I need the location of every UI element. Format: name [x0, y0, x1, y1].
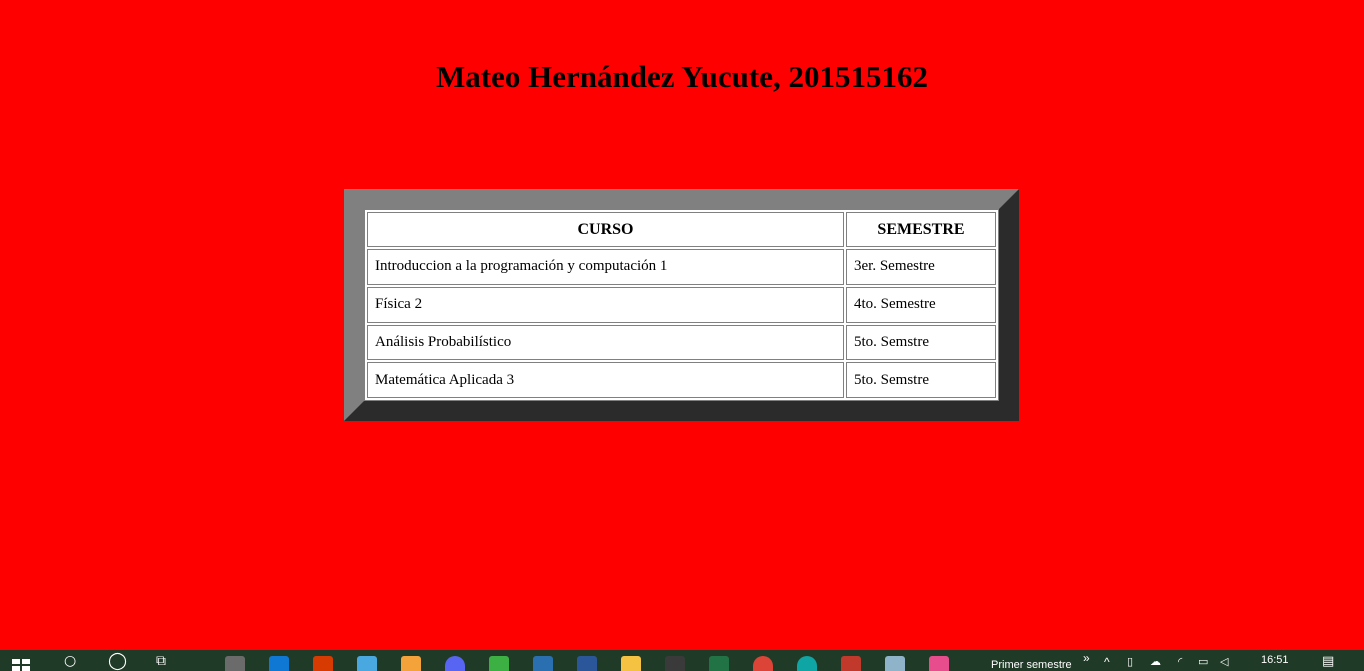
semester-cell: 5to. Semstre [846, 324, 996, 361]
mail-icon[interactable] [269, 656, 289, 671]
page-title: Mateo Hernández Yucute, 201515162 [436, 59, 928, 94]
toolbar-chevron-icon[interactable]: » [1083, 652, 1090, 664]
discord-icon[interactable] [445, 656, 465, 671]
table-row: Física 2 4to. Semestre [367, 286, 996, 323]
semester-cell: 3er. Semestre [846, 249, 996, 285]
app-icon[interactable] [533, 656, 553, 671]
header-curso: CURSO [367, 212, 844, 247]
header-semestre: SEMESTRE [846, 212, 996, 247]
app-icon[interactable] [885, 656, 905, 671]
cortana-icon[interactable]: ◯ [108, 652, 127, 671]
office-icon[interactable] [313, 656, 333, 671]
table-row: Introduccion a la programación y computa… [367, 249, 996, 285]
edge-icon[interactable] [797, 656, 817, 671]
onedrive-icon[interactable]: ☁ [1150, 652, 1161, 671]
volume-icon[interactable]: ◁ [1220, 652, 1228, 671]
store-icon[interactable] [357, 656, 377, 671]
tray-expand-icon[interactable]: ^ [1104, 656, 1110, 668]
battery-icon[interactable]: ▭ [1198, 652, 1208, 671]
course-cell: Física 2 [367, 286, 844, 323]
course-cell: Introduccion a la programación y computa… [367, 249, 844, 285]
search-icon[interactable]: ○ [64, 652, 76, 671]
toolbar-label[interactable]: Primer semestre [991, 659, 1072, 671]
table-row: Matemática Aplicada 3 5to. Semstre [367, 362, 996, 398]
table-frame: CURSO SEMESTRE Introduccion a la program… [344, 189, 1019, 421]
course-cell: Análisis Probabilístico [367, 324, 844, 361]
semester-cell: 5to. Semstre [846, 362, 996, 398]
table-header-row: CURSO SEMESTRE [367, 212, 996, 247]
wifi-icon[interactable]: ◜ [1178, 652, 1182, 671]
excel-icon[interactable] [709, 656, 729, 671]
task-view-icon[interactable]: ⧉ [156, 652, 166, 671]
clock[interactable]: 16:51 [1261, 654, 1289, 666]
app-icon[interactable] [841, 656, 861, 671]
table-row: Análisis Probabilístico 5to. Semstre [367, 324, 996, 361]
courses-table: CURSO SEMESTRE Introduccion a la program… [364, 209, 999, 401]
app-icon[interactable] [929, 656, 949, 671]
taskbar: ○ ◯ ⧉ Primer semestre » ^ ▯ ☁ ◜ ▭ ◁ 16:5… [0, 650, 1364, 671]
chrome-icon[interactable] [753, 656, 773, 671]
course-cell: Matemática Aplicada 3 [367, 362, 844, 398]
app-icon[interactable] [665, 656, 685, 671]
start-windows-icon[interactable] [12, 659, 30, 671]
word-icon[interactable] [577, 656, 597, 671]
app-icon[interactable] [225, 656, 245, 671]
tray-app-icon[interactable]: ▯ [1127, 652, 1133, 671]
notification-center-icon[interactable]: ▤ [1322, 652, 1334, 671]
app-icon[interactable] [401, 656, 421, 671]
semester-cell: 4to. Semestre [846, 286, 996, 323]
app-icon[interactable] [489, 656, 509, 671]
file-explorer-icon[interactable] [621, 656, 641, 671]
